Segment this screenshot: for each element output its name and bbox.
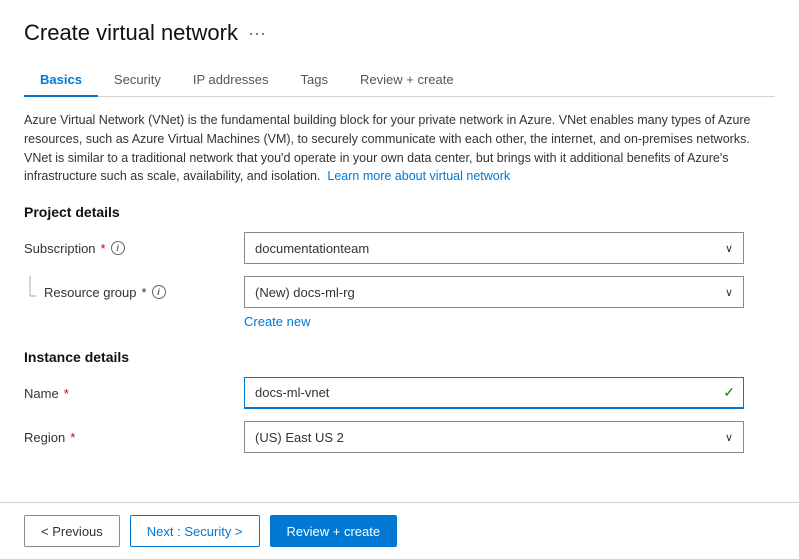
tab-security[interactable]: Security <box>98 64 177 97</box>
instance-details-section: Instance details Name * ✓ Region <box>24 349 775 453</box>
name-input-wrapper: ✓ <box>244 377 744 409</box>
region-chevron-icon: ∨ <box>725 431 733 444</box>
resource-group-control: (New) docs-ml-rg ∨ <box>244 276 744 308</box>
region-dropdown[interactable]: (US) East US 2 ∨ <box>244 421 744 453</box>
resource-group-chevron-icon: ∨ <box>725 286 733 299</box>
region-required: * <box>70 430 75 445</box>
subscription-label: Subscription * i <box>24 241 244 256</box>
subscription-chevron-icon: ∨ <box>725 242 733 255</box>
name-check-icon: ✓ <box>723 384 743 401</box>
learn-more-link[interactable]: Learn more about virtual network <box>327 169 510 183</box>
subscription-dropdown[interactable]: documentationteam ∨ <box>244 232 744 264</box>
project-details-section: Project details Subscription * i documen… <box>24 204 775 329</box>
indent-line <box>24 276 44 308</box>
subscription-row: Subscription * i documentationteam ∨ <box>24 232 775 264</box>
resource-group-label-area: Resource group * i <box>44 285 244 300</box>
create-new-link[interactable]: Create new <box>244 314 775 329</box>
name-required: * <box>64 386 69 401</box>
region-control: (US) East US 2 ∨ <box>244 421 744 453</box>
tabs-row: Basics Security IP addresses Tags Review… <box>24 64 775 97</box>
subscription-info-icon[interactable]: i <box>111 241 125 255</box>
resource-group-dropdown[interactable]: (New) docs-ml-rg ∨ <box>244 276 744 308</box>
project-details-title: Project details <box>24 204 775 220</box>
tab-review-create[interactable]: Review + create <box>344 64 470 97</box>
region-label: Region * <box>24 430 244 445</box>
title-row: Create virtual network ··· <box>24 20 775 46</box>
name-input[interactable] <box>245 380 723 405</box>
instance-details-title: Instance details <box>24 349 775 365</box>
name-control: ✓ <box>244 377 744 409</box>
name-label: Name * <box>24 386 244 401</box>
tab-tags[interactable]: Tags <box>285 64 344 97</box>
tab-basics[interactable]: Basics <box>24 64 98 97</box>
page-title: Create virtual network <box>24 20 238 46</box>
resource-group-info-icon[interactable]: i <box>152 285 166 299</box>
indent-svg <box>24 276 36 308</box>
subscription-control: documentationteam ∨ <box>244 232 744 264</box>
name-row: Name * ✓ <box>24 377 775 409</box>
description-text: Azure Virtual Network (VNet) is the fund… <box>24 111 764 186</box>
resource-group-required: * <box>142 285 147 300</box>
main-content: Create virtual network ··· Basics Securi… <box>0 0 799 502</box>
next-button[interactable]: Next : Security > <box>130 515 260 547</box>
review-create-button[interactable]: Review + create <box>270 515 398 547</box>
ellipsis-icon[interactable]: ··· <box>248 23 266 44</box>
previous-button[interactable]: < Previous <box>24 515 120 547</box>
subscription-required: * <box>101 241 106 256</box>
footer: < Previous Next : Security > Review + cr… <box>0 502 799 559</box>
tab-ip-addresses[interactable]: IP addresses <box>177 64 285 97</box>
page-container: Create virtual network ··· Basics Securi… <box>0 0 799 559</box>
resource-group-row: Resource group * i (New) docs-ml-rg ∨ <box>24 276 775 308</box>
region-row: Region * (US) East US 2 ∨ <box>24 421 775 453</box>
